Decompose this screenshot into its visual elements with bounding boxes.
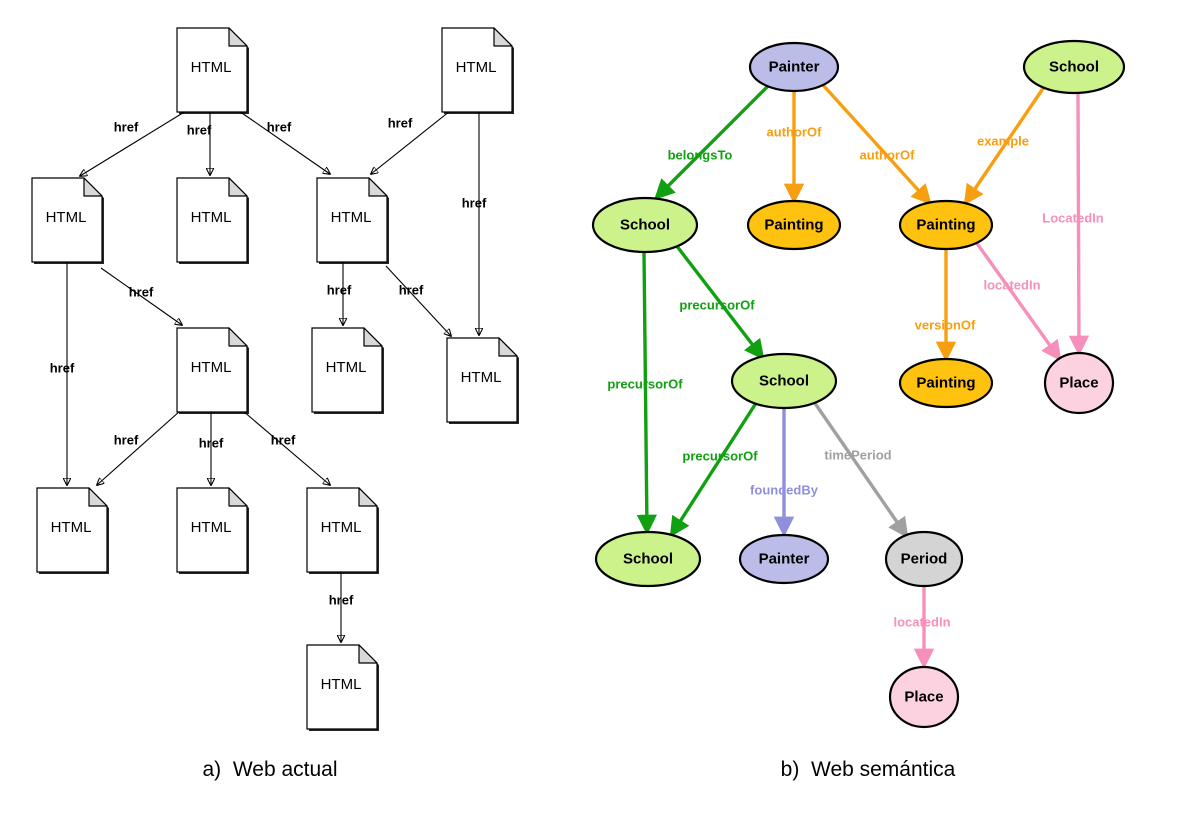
html-document-node: HTML xyxy=(316,177,389,264)
semantic-edge xyxy=(821,83,932,206)
href-edge xyxy=(385,265,451,336)
document-icon xyxy=(316,177,389,264)
document-icon xyxy=(176,27,249,114)
href-edge xyxy=(80,110,187,176)
document-icon xyxy=(31,177,104,264)
html-document-node: HTML xyxy=(176,177,249,264)
semantic-edge xyxy=(810,398,909,539)
semantic-node xyxy=(1043,351,1115,415)
html-document-node: HTML xyxy=(441,27,514,114)
document-icon xyxy=(306,644,379,731)
document-icon xyxy=(311,327,384,414)
document-icon xyxy=(441,27,514,114)
html-document-node: HTML xyxy=(31,177,104,264)
semantic-node xyxy=(591,196,699,254)
document-icon xyxy=(176,177,249,264)
panel-caption-b: b) Web semántica xyxy=(780,758,956,781)
semantic-edge xyxy=(674,243,765,361)
html-document-node: HTML xyxy=(176,487,249,574)
href-edge xyxy=(242,410,330,485)
html-document-node: HTML xyxy=(306,487,379,574)
semantic-node xyxy=(888,665,960,729)
document-icon xyxy=(306,487,379,574)
semantic-node xyxy=(730,352,838,410)
semantic-edge xyxy=(654,84,770,200)
semantic-edge-group xyxy=(636,83,1090,670)
semantic-edge xyxy=(974,241,1062,362)
semantic-node xyxy=(748,41,840,93)
semantic-node xyxy=(898,199,994,251)
href-edge xyxy=(238,110,330,174)
href-edge xyxy=(97,410,181,485)
href-edge-group xyxy=(67,110,479,642)
html-document-node: HTML xyxy=(446,337,519,424)
semantic-node xyxy=(738,533,830,585)
semantic-node xyxy=(746,199,842,251)
panel-caption-a: a) Web actual xyxy=(202,758,338,781)
html-document-node: HTML xyxy=(36,487,109,574)
semantic-node xyxy=(884,530,964,588)
html-document-node: HTML xyxy=(176,27,249,114)
document-icon xyxy=(446,337,519,424)
semantic-node-group xyxy=(591,39,1126,729)
html-document-node: HTML xyxy=(306,644,379,731)
figure-canvas: HTML HTML HTML HTML HTML HTML HTML HTML HTML HTML… xyxy=(0,0,1183,826)
href-edge xyxy=(371,110,451,174)
semantic-node xyxy=(594,530,702,588)
semantic-node xyxy=(1022,39,1126,95)
document-icon xyxy=(176,327,249,414)
semantic-edge xyxy=(1068,92,1090,357)
semantic-edge xyxy=(963,86,1046,206)
semantic-edge xyxy=(636,251,658,536)
html-document-node: HTML xyxy=(176,327,249,414)
document-icon xyxy=(36,487,109,574)
semantic-node xyxy=(898,357,994,409)
semantic-edge xyxy=(669,399,760,538)
href-edge xyxy=(100,267,182,325)
html-document-node: HTML xyxy=(311,327,384,414)
document-icon xyxy=(176,487,249,574)
